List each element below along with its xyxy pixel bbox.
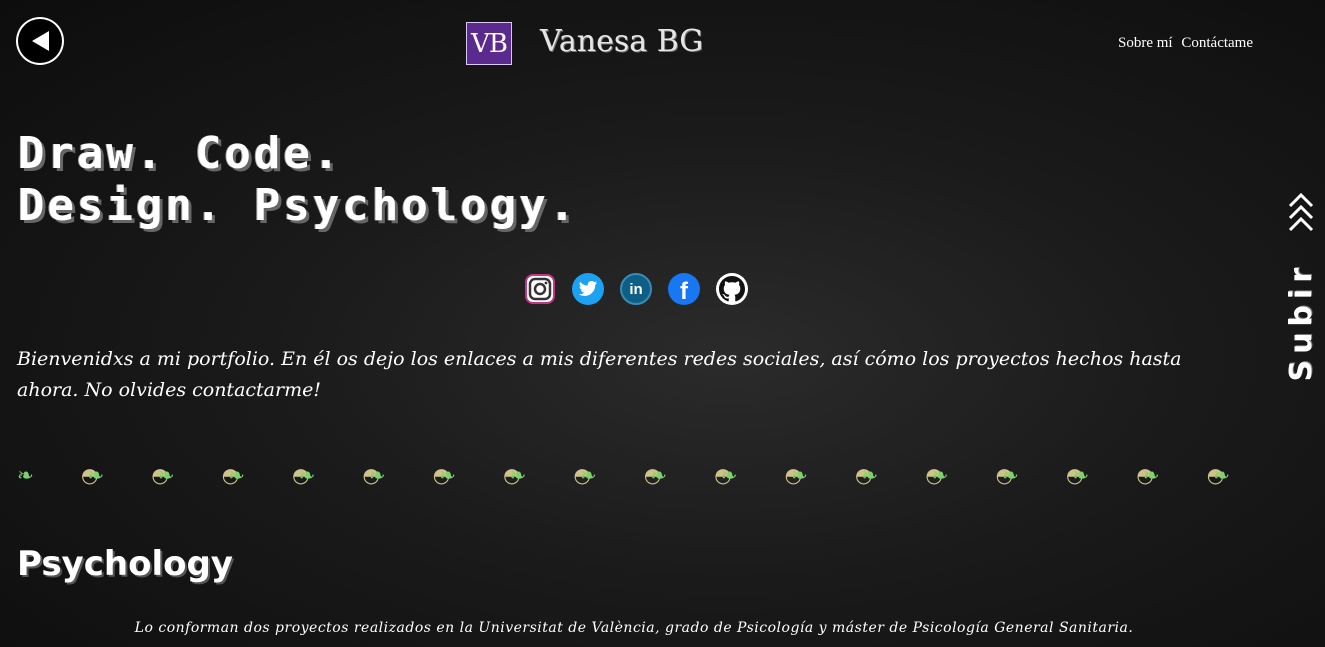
twitter-link[interactable] <box>572 273 604 305</box>
plant-bowl-icon: ❧◓ <box>1142 463 1225 487</box>
scroll-top-button[interactable]: Subir <box>1283 190 1319 382</box>
section-description-psychology: Lo conforman dos proyectos realizados en… <box>134 620 1134 636</box>
plant-bowl-icon: ❧◓ <box>228 463 310 487</box>
plant-bowl-icon: ❧◓ <box>87 463 169 487</box>
site-logo[interactable]: VB <box>466 22 512 65</box>
back-button[interactable] <box>16 17 64 65</box>
nav-link-sobre-mi[interactable]: Sobre mí <box>1118 35 1173 51</box>
instagram-icon <box>525 274 555 304</box>
plant-bowl-icon: ❧◓ <box>790 463 873 487</box>
plant-bowl-icon: ❧◓ <box>1072 463 1154 487</box>
plant-bowl-icon: ❧◓ <box>931 463 1014 487</box>
site-name: Vanesa BG <box>540 24 704 59</box>
instagram-link[interactable] <box>524 273 556 305</box>
linkedin-icon: in <box>629 280 643 298</box>
scroll-top-label: Subir <box>1283 262 1319 382</box>
linkedin-link[interactable]: in <box>620 273 652 305</box>
section-title-psychology: Psychology <box>17 544 233 584</box>
plant-bowl-icon: ❧◓ <box>298 463 380 487</box>
plant-bowl-icon: ❧◓ <box>861 463 943 487</box>
plant-bowl-icon: ❧◓ <box>1002 463 1084 487</box>
plant-bowl-icon: ❧◓ <box>720 463 803 487</box>
social-links: in f <box>524 273 748 305</box>
plant-bowl-icon: ❧◓ <box>157 463 240 487</box>
double-chevron-up-icon <box>1287 190 1315 236</box>
decorative-strip: ❧ ◓ ❧ ◓ ❧ ◓ ❧ ◓ ❧ ◓ ❧ ◓ ❧ ◓ ❧ ◓ ❧ ◓ ❧ ◓ ❧ ◓ ❧ ◓ ❧ ◓ ❧… <box>17 460 1253 490</box>
facebook-link[interactable]: f <box>668 273 700 305</box>
hero-line-1: Draw. Code. <box>18 128 343 179</box>
plant-bowl-icon: ❧◓ <box>1213 463 1230 487</box>
plant-bowl-icon: ❧◓ <box>579 463 662 487</box>
back-button-inner <box>18 19 62 63</box>
twitter-icon <box>578 281 598 296</box>
arrow-left-icon <box>32 31 49 51</box>
plant-bowl-icon: ❧◓ <box>650 463 732 487</box>
github-icon <box>719 276 745 302</box>
nav-link-contactame[interactable]: Contáctame <box>1181 35 1253 51</box>
github-link[interactable] <box>716 273 748 305</box>
hero-heading: Draw. Code. Design. Psychology. <box>18 128 578 232</box>
top-nav: Sobre mí Contáctame <box>1113 35 1253 52</box>
plant-bowl-icon: ❧◓ <box>17 463 99 487</box>
welcome-text: Bienvenidxs a mi portfolio. En él os dej… <box>17 348 1182 401</box>
hero-line-2: Design. Psychology. <box>18 180 579 231</box>
facebook-icon: f <box>680 278 688 305</box>
plant-bowl-icon: ❧◓ <box>439 463 521 487</box>
plant-bowl-icon: ❧◓ <box>368 463 451 487</box>
plant-bowl-icon: ❧◓ <box>509 463 591 487</box>
